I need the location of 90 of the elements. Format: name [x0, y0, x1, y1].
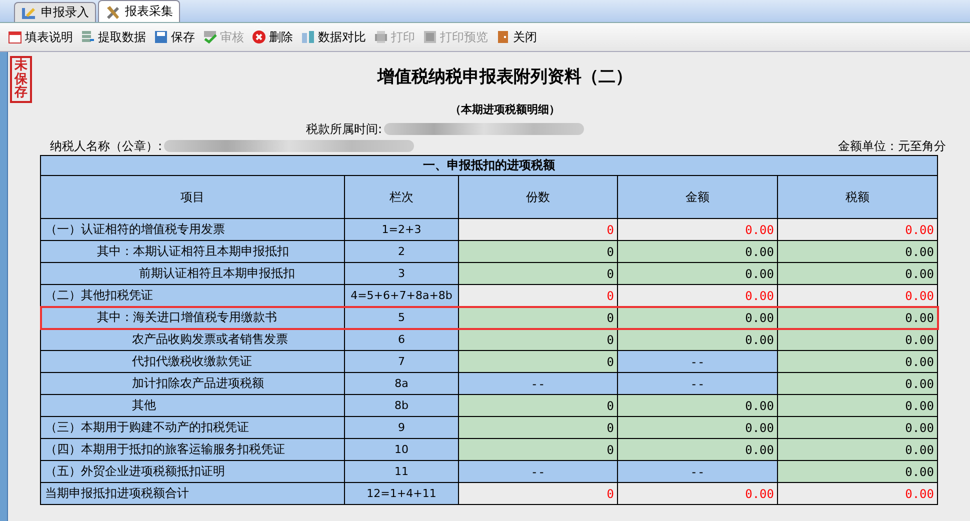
column-header: 项目: [40, 176, 344, 218]
item-cell: 代扣代缴税收缴款凭证: [40, 350, 344, 372]
item-cell: 农产品收购发票或者销售发票: [40, 328, 344, 350]
table-cell: 0: [458, 284, 618, 306]
input-cell[interactable]: 0: [458, 240, 618, 262]
item-cell: （三）本期用于购建不动产的扣税凭证: [40, 416, 344, 438]
save-icon: [154, 30, 168, 44]
compare-icon: [301, 30, 315, 44]
table-cell: 0.00: [618, 284, 778, 306]
table-cell: 0: [458, 482, 618, 504]
line-cell: 3: [344, 262, 458, 284]
line-cell: 8a: [344, 372, 458, 394]
line-cell: 2: [344, 240, 458, 262]
form-subtitle: （本期进项税额明细）: [449, 102, 561, 117]
toolbar-button[interactable]: 保存: [152, 28, 197, 46]
table-cell: --: [458, 372, 618, 394]
input-cell[interactable]: 0.00: [778, 460, 938, 482]
item-cell: 加计扣除农产品进项税额: [40, 372, 344, 394]
print-preview-icon: [423, 30, 437, 44]
table-cell: --: [618, 460, 778, 482]
input-cell[interactable]: 0: [458, 306, 618, 328]
line-cell: 7: [344, 350, 458, 372]
line-cell: 12=1+4+11: [344, 482, 458, 504]
delete-icon: [252, 30, 266, 44]
toolbar-button[interactable]: 数据对比: [299, 28, 368, 46]
input-cell[interactable]: 0: [458, 350, 618, 372]
table-cell: 0.00: [618, 218, 778, 240]
input-cell[interactable]: 0.00: [778, 372, 938, 394]
input-cell[interactable]: 0.00: [778, 394, 938, 416]
table-cell: 0.00: [778, 284, 938, 306]
input-cell[interactable]: 0.00: [778, 416, 938, 438]
taxpayer-label: 纳税人名称（公章）:: [50, 138, 162, 154]
database-icon: [81, 30, 95, 44]
input-cell[interactable]: 0: [458, 328, 618, 350]
toolbar-button[interactable]: 删除: [250, 28, 295, 46]
input-cell[interactable]: 0.00: [618, 306, 778, 328]
section-header: 一、申报抵扣的进项税额: [40, 156, 938, 176]
table-cell: --: [618, 372, 778, 394]
item-cell: （二）其他扣税凭证: [40, 284, 344, 306]
input-cell[interactable]: 0: [458, 262, 618, 284]
item-cell: （四）本期用于抵扣的旅客运输服务扣税凭证: [40, 438, 344, 460]
table-cell: 0.00: [778, 218, 938, 240]
tab[interactable]: 报表采集: [98, 0, 180, 22]
door-icon: [496, 30, 510, 44]
table-cell: --: [458, 460, 618, 482]
toolbar-button[interactable]: 关闭: [494, 28, 539, 46]
ruler-pencil-icon: [21, 6, 37, 20]
input-cell[interactable]: 0.00: [778, 438, 938, 460]
line-cell: 10: [344, 438, 458, 460]
item-cell: （五）外贸企业进项税额抵扣证明: [40, 460, 344, 482]
table-cell: 0: [458, 218, 618, 240]
input-cell[interactable]: 0.00: [778, 350, 938, 372]
table-cell: 0.00: [618, 482, 778, 504]
tab[interactable]: 申报录入: [14, 2, 96, 22]
input-cell[interactable]: 0.00: [778, 262, 938, 284]
calendar-icon: [8, 30, 22, 44]
period-label: 税款所属时间:: [306, 120, 382, 138]
item-cell: 其他: [40, 394, 344, 416]
input-cell[interactable]: 0.00: [618, 438, 778, 460]
input-cell[interactable]: 0.00: [778, 306, 938, 328]
toolbar-button[interactable]: 提取数据: [79, 28, 148, 46]
line-cell: 6: [344, 328, 458, 350]
line-cell: 11: [344, 460, 458, 482]
table-cell: --: [618, 350, 778, 372]
input-cell[interactable]: 0.00: [618, 328, 778, 350]
input-cell[interactable]: 0.00: [618, 262, 778, 284]
toolbar-button[interactable]: 填表说明: [6, 28, 75, 46]
item-cell: 当期申报抵扣进项税额合计: [40, 482, 344, 504]
input-cell[interactable]: 0.00: [618, 240, 778, 262]
tools-icon: [105, 4, 121, 18]
item-cell: 前期认证相符且本期申报抵扣: [40, 262, 344, 284]
item-cell: （一）认证相符的增值税专用发票: [40, 218, 344, 240]
input-cell[interactable]: 0: [458, 394, 618, 416]
printer-icon: [374, 30, 388, 44]
input-cell[interactable]: 0: [458, 416, 618, 438]
input-cell[interactable]: 0.00: [618, 394, 778, 416]
table-cell: 0.00: [778, 482, 938, 504]
checkmark-icon: [203, 30, 217, 44]
input-cell[interactable]: 0.00: [778, 328, 938, 350]
unit-label: 金额单位：元至角分: [838, 138, 946, 154]
input-cell[interactable]: 0.00: [778, 240, 938, 262]
line-cell: 1=2+3: [344, 218, 458, 240]
input-cell[interactable]: 0: [458, 438, 618, 460]
line-cell: 8b: [344, 394, 458, 416]
form-title: 增值税纳税申报表附列资料（二）: [376, 66, 634, 89]
input-cell[interactable]: 0.00: [618, 416, 778, 438]
item-cell: 其中：本期认证相符且本期申报抵扣: [40, 240, 344, 262]
column-header: 栏次: [344, 176, 458, 218]
line-cell: 9: [344, 416, 458, 438]
unsaved-stamp: 未保存: [10, 56, 32, 103]
